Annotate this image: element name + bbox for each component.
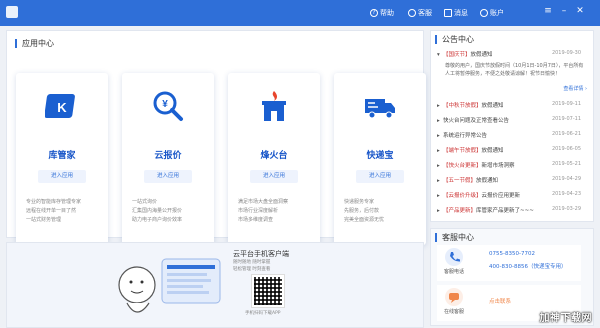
app-card-yunbaojia[interactable]: ¥ 云报价 进入应用 一站式询价 汇集国内海量公开报价 助力电子商户询价效率 [122,73,214,245]
service-panel-title: 客服中心 [435,233,474,242]
qr-code [251,274,285,308]
message-icon [444,9,452,17]
magnifier-price-icon: ¥ [153,91,183,121]
message-button[interactable]: 消息 [444,8,468,18]
app-description: 快递服务专家 先服务，后付款 完美全面资源无忧 [344,199,385,223]
notice-item[interactable]: ▸ 【快火台更新】新增市场洞察 2019-05-21 [437,161,581,172]
apps-panel: 应用中心 K 库管家 进入应用 专业的智能库存管理专家 远程在线开单一目了然 一… [6,30,426,245]
enter-app-button[interactable]: 进入应用 [250,170,298,183]
headset-icon [408,9,416,17]
svg-text:K: K [57,100,67,115]
service-label: 客服 [418,9,432,17]
phone-number: 0755-8350-7702 [489,251,535,257]
notice-detail: 尊敬的用户，国庆节放假时间（10月1日-10月7日），平台所有人工将暂停服务，不… [445,63,584,77]
help-icon: ? [370,9,378,17]
phone-number: 400-830-8856（快递宝专用） [489,264,567,270]
view-details-link[interactable]: 查看详情 › [563,85,587,92]
enter-app-button[interactable]: 进入应用 [144,170,192,183]
close-icon[interactable]: ✕ [574,5,586,17]
notice-item[interactable]: ▸ 系统运行异常公告 2019-06-21 [437,131,581,142]
mobile-subtitle: 随时随地 随时掌握 [233,260,271,265]
app-card-kuguanjia[interactable]: K 库管家 进入应用 专业的智能库存管理专家 远程在线开单一目了然 一站式财务管… [16,73,108,245]
phone-label: 客服电话 [443,269,464,275]
help-button[interactable]: ? 帮助 [370,8,394,18]
qr-caption: 手机扫码下载APP [245,311,281,316]
online-label: 在线客服 [443,309,464,315]
title-bar: ? 帮助 客服 消息 账户 ≡ – ✕ [0,0,600,26]
mascot-illustration [118,258,221,313]
account-label: 账户 [490,9,504,17]
menu-icon[interactable]: ≡ [542,5,554,17]
user-icon [480,9,488,17]
service-button[interactable]: 客服 [408,8,432,18]
message-label: 消息 [454,9,468,17]
online-contact-link[interactable]: 点击联系 [489,297,511,305]
svg-text:¥: ¥ [162,99,168,110]
watermark: 加神下载网 [539,313,592,324]
notice-item[interactable]: ▸ 【端午节放假】放假通知 2019-06-05 [437,146,581,157]
app-name: 烽火台 [260,151,288,161]
app-card-fenghuotai[interactable]: 烽火台 进入应用 满足市场大盘全面洞察 市场行业深度解析 市场多维度调查 [228,73,320,245]
app-description: 满足市场大盘全面洞察 市场行业深度解析 市场多维度调查 [238,199,289,223]
chat-icon [445,288,463,306]
account-button[interactable]: 账户 [480,8,504,18]
apps-panel-title: 应用中心 [15,39,54,48]
kuguanjia-icon: K [45,94,75,118]
notice-panel: 公告中心 ▾ 【国庆节】放假通知 2019-09-30 尊敬的用户，国庆节放假时间… [430,30,594,222]
service-phone-row: 客服电话 0755-8350-7702 400-830-8856（快递宝专用） [437,245,581,281]
app-card-kuaidibao[interactable]: 快递宝 进入应用 快递服务专家 先服务，后付款 完美全面资源无忧 [334,73,426,245]
app-logo [6,6,18,18]
notice-item[interactable]: ▸ 【云报价升级】云报价应用更新 2019-04-23 [437,191,581,202]
notice-item[interactable]: ▸ 【产品更新】库管家产品更新了~~~ 2019-03-29 [437,206,581,217]
notice-panel-title: 公告中心 [435,35,474,44]
mobile-app-banner: 云平台手机客户端 随时随地 随时掌握 轻松管理 时刻查看 手机扫码下载APP [6,242,424,328]
enter-app-button[interactable]: 进入应用 [356,170,404,183]
beacon-tower-icon [262,91,286,121]
notice-item[interactable]: ▾ 【国庆节】放假通知 2019-09-30 [437,50,581,61]
app-name: 快递宝 [366,151,394,161]
notice-item[interactable]: ▸ 【中秋节放假】放假通知 2019-09-11 [437,101,581,112]
mobile-subtitle: 轻松管理 时刻查看 [233,267,271,272]
enter-app-button[interactable]: 进入应用 [38,170,86,183]
minimize-icon[interactable]: – [558,5,570,17]
app-name: 库管家 [48,151,76,161]
delivery-truck-icon [365,99,395,119]
mobile-title: 云平台手机客户端 [233,250,289,258]
app-name: 云报价 [154,151,182,161]
app-description: 一站式询价 汇集国内海量公开报价 助力电子商户询价效率 [132,199,183,223]
app-description: 专业的智能库存管理专家 远程在线开单一目了然 一站式财务管理 [26,199,82,223]
help-label: 帮助 [380,9,394,17]
phone-icon [445,248,463,266]
notice-item[interactable]: ▸ 【五一节假】放假通知 2019-04-29 [437,176,581,187]
notice-item[interactable]: ▸ 快火台问题及正常查看公告 2019-07-11 [437,116,581,127]
